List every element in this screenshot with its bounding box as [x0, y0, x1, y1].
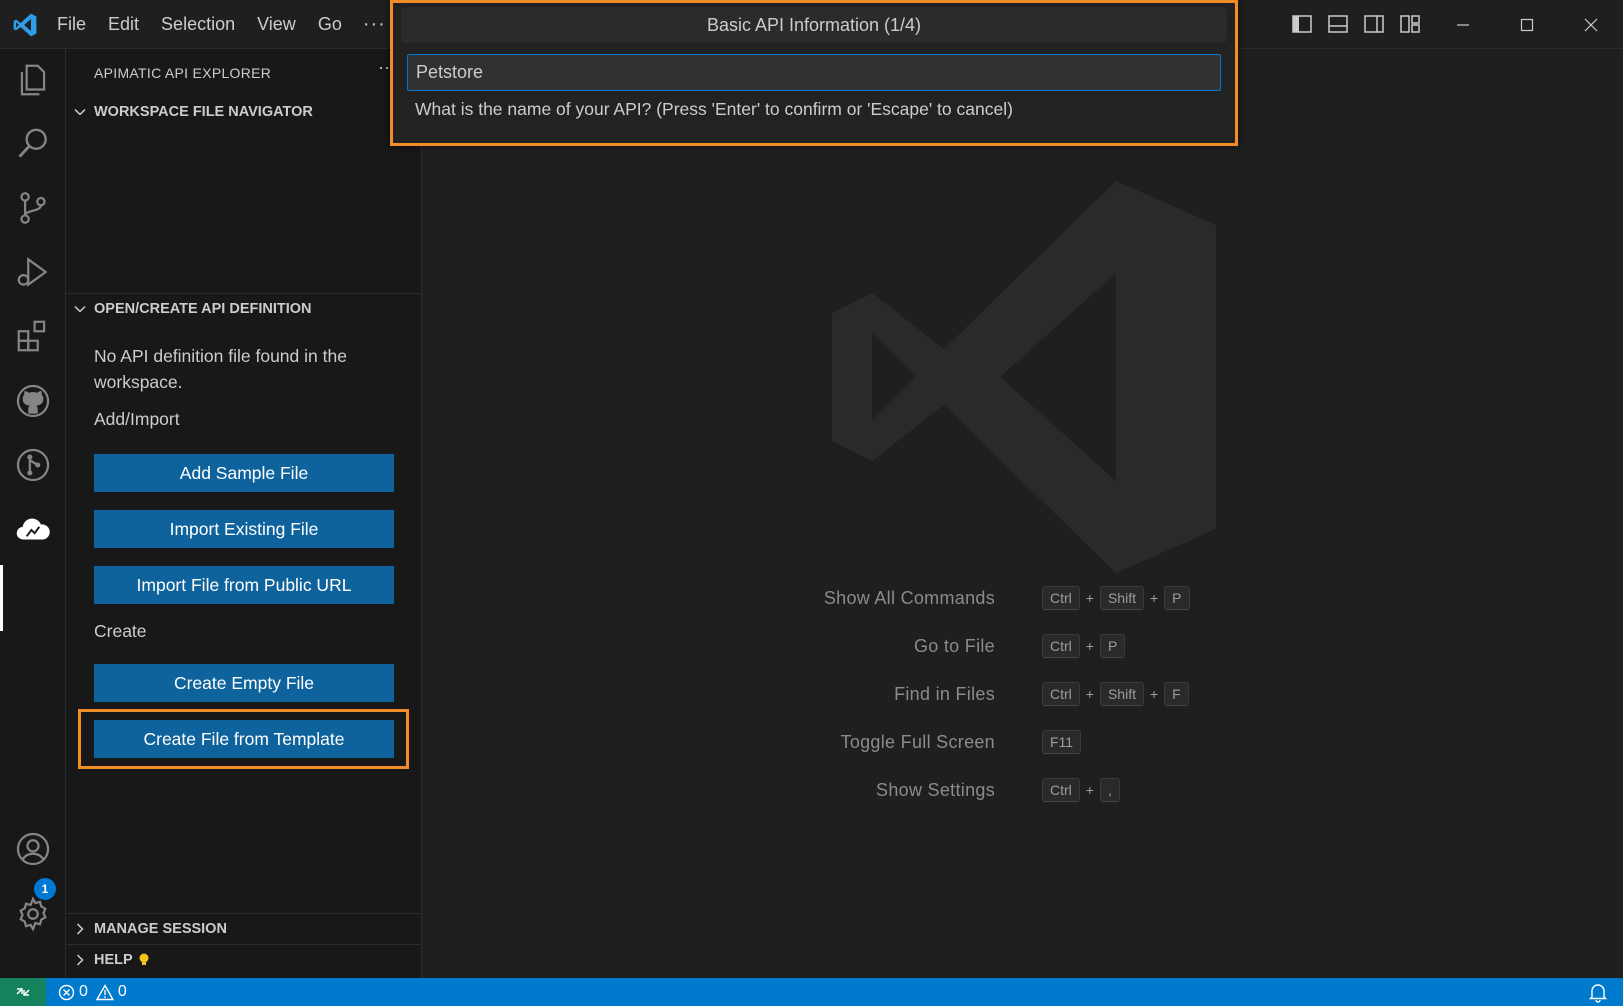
shortcut-label: Toggle Full Screen — [840, 731, 995, 752]
key: P — [1099, 634, 1126, 658]
key: F11 — [1042, 730, 1082, 754]
run-debug-icon[interactable] — [14, 253, 52, 291]
chevron-down-icon — [66, 105, 94, 119]
editor-area: Show All Commands Ctrl + Shift + P Go to F… — [422, 49, 1623, 978]
toggle-primary-sidebar-icon[interactable] — [1290, 12, 1314, 36]
key: Ctrl — [1042, 634, 1080, 658]
shortcut-label: Show Settings — [876, 779, 995, 800]
menu-bar: File Edit Selection View Go ··· — [46, 0, 396, 49]
menu-edit[interactable]: Edit — [97, 0, 150, 49]
search-icon[interactable] — [14, 125, 52, 163]
explorer-icon[interactable] — [14, 61, 52, 99]
import-file-from-url-button[interactable]: Import File from Public URL — [94, 566, 394, 604]
menu-view[interactable]: View — [246, 0, 307, 49]
shortcut-keys: Ctrl + Shift + F — [1042, 682, 1189, 706]
shortcut-keys: Ctrl + , — [1042, 778, 1120, 802]
maximize-icon[interactable] — [1495, 0, 1559, 49]
key: Ctrl — [1042, 586, 1080, 610]
create-heading: Create — [94, 621, 147, 641]
no-definition-message: No API definition file found in the work… — [94, 346, 347, 392]
add-import-heading: Add/Import — [94, 409, 180, 429]
extensions-icon[interactable] — [14, 317, 52, 355]
chevron-right-icon — [66, 922, 94, 936]
section-open-create-api-definition[interactable]: OPEN/CREATE API DEFINITION — [66, 294, 422, 324]
git-graph-icon[interactable] — [14, 446, 52, 484]
accounts-icon[interactable] — [14, 830, 52, 868]
close-icon[interactable] — [1559, 0, 1623, 49]
menu-file[interactable]: File — [46, 0, 97, 49]
section-label: WORKSPACE FILE NAVIGATOR — [94, 104, 313, 120]
api-name-input[interactable] — [407, 54, 1221, 91]
menu-go[interactable]: Go — [307, 0, 353, 49]
toggle-panel-icon[interactable] — [1326, 12, 1350, 36]
create-empty-file-button[interactable]: Create Empty File — [94, 664, 394, 702]
key: Shift — [1099, 586, 1144, 610]
import-existing-file-button[interactable]: Import Existing File — [94, 510, 394, 548]
problems-indicator[interactable]: 0 0 — [58, 978, 127, 1006]
quick-input-title: Basic API Information (1/4) — [401, 7, 1227, 43]
section-manage-session[interactable]: MANAGE SESSION — [66, 914, 422, 944]
layout-controls — [1290, 12, 1422, 36]
quick-input-widget: Basic API Information (1/4) What is the … — [390, 0, 1238, 146]
key: F — [1164, 682, 1189, 706]
key: Shift — [1099, 682, 1144, 706]
active-indicator — [0, 565, 3, 631]
quick-input-hint: What is the name of your API? (Press 'En… — [415, 99, 1013, 119]
remote-indicator-icon[interactable] — [0, 978, 46, 1006]
section-label: OPEN/CREATE API DEFINITION — [94, 301, 312, 317]
toggle-secondary-sidebar-icon[interactable] — [1362, 12, 1386, 36]
shortcut-label: Show All Commands — [823, 587, 995, 608]
github-icon[interactable] — [14, 382, 52, 420]
sidebar-title: APIMATIC API EXPLORER — [94, 65, 272, 81]
key: Ctrl — [1042, 682, 1080, 706]
error-icon — [58, 984, 75, 1000]
vscode-logo-icon — [13, 13, 37, 37]
window-controls — [1431, 0, 1623, 49]
highlight-frame — [78, 709, 409, 769]
key: , — [1099, 778, 1120, 802]
error-count: 0 — [79, 983, 88, 1000]
activity-bar: 1 — [0, 49, 66, 978]
add-sample-file-button[interactable]: Add Sample File — [94, 454, 394, 492]
lightbulb-icon — [139, 953, 149, 965]
apimatic-cloud-icon[interactable] — [14, 511, 52, 549]
sidebar: APIMATIC API EXPLORER ··· WORKSPACE FILE… — [66, 49, 422, 978]
menu-selection[interactable]: Selection — [150, 0, 246, 49]
source-control-icon[interactable] — [14, 189, 52, 227]
shortcut-label: Go to File — [913, 635, 995, 656]
key: Ctrl — [1042, 778, 1080, 802]
section-label: HELP — [94, 952, 133, 968]
customize-layout-icon[interactable] — [1398, 12, 1422, 36]
shortcut-keys: Ctrl + P — [1042, 634, 1126, 658]
chevron-right-icon — [66, 953, 94, 967]
shortcut-keys: F11 — [1042, 730, 1082, 754]
settings-gear-icon[interactable] — [14, 895, 52, 933]
vscode-watermark-icon — [832, 181, 1216, 573]
notifications-bell-icon[interactable] — [1587, 981, 1609, 1003]
warning-icon — [95, 983, 114, 1000]
key: P — [1164, 586, 1190, 610]
chevron-down-icon — [66, 302, 94, 316]
section-label: MANAGE SESSION — [94, 921, 227, 937]
section-workspace-file-navigator[interactable]: WORKSPACE FILE NAVIGATOR — [66, 97, 422, 127]
shortcut-keys: Ctrl + Shift + P — [1042, 586, 1190, 610]
section-help[interactable]: HELP — [66, 945, 422, 975]
status-bar: 0 0 — [0, 978, 1623, 1006]
warning-count: 0 — [117, 983, 127, 1000]
shortcut-label: Find in Files — [894, 683, 995, 704]
minimize-icon[interactable] — [1431, 0, 1495, 49]
